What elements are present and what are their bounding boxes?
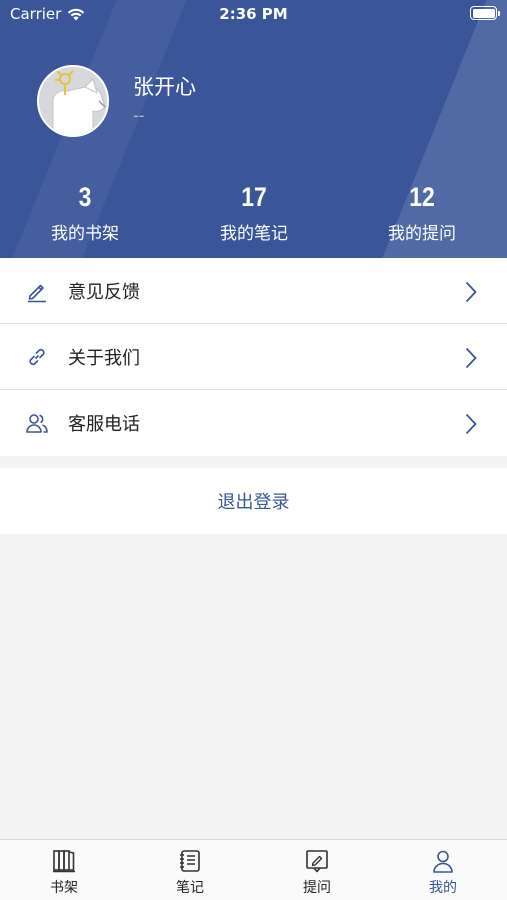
stat-label: 我的笔记 [220, 224, 288, 244]
tab-mine[interactable]: 我的 [403, 848, 483, 897]
menu-item-feedback[interactable]: 意见反馈 [0, 258, 507, 324]
settings-menu: 意见反馈 关于我们 客服电话 [0, 258, 507, 456]
avatar[interactable] [37, 65, 109, 137]
tab-label: 提问 [303, 880, 331, 896]
tab-label: 我的 [429, 880, 457, 896]
users-icon [26, 414, 48, 433]
tab-label: 书架 [50, 880, 78, 896]
stat-value: 12 [409, 182, 435, 212]
person-icon [433, 850, 453, 873]
stat-notes[interactable]: 17 我的笔记 [184, 182, 324, 244]
pencil-icon [28, 284, 46, 303]
stat-questions[interactable]: 12 我的提问 [352, 182, 492, 244]
logout-button[interactable]: 退出登录 [0, 468, 507, 534]
chevron-right-icon [465, 347, 477, 369]
tab-bar: 书架 笔记 提问 我的 [0, 839, 507, 900]
notebook-icon [180, 850, 200, 872]
profile-header: Carrier 2:36 PM 张开心 -- 3 我的书架 17 我的笔记 12 [0, 0, 507, 258]
menu-item-customer-service[interactable]: 客服电话 [0, 390, 507, 456]
link-icon [29, 348, 45, 366]
stat-bookshelf[interactable]: 3 我的书架 [15, 182, 155, 244]
status-bar: Carrier 2:36 PM [0, 0, 507, 30]
menu-item-label: 客服电话 [68, 414, 140, 435]
bookshelf-icon [53, 850, 75, 873]
battery-icon [470, 6, 500, 20]
menu-item-label: 关于我们 [68, 347, 140, 369]
stat-label: 我的提问 [388, 224, 456, 244]
chevron-right-icon [465, 281, 477, 303]
menu-item-label: 意见反馈 [68, 281, 140, 303]
profile-subtitle: -- [133, 106, 145, 125]
stat-label: 我的书架 [51, 224, 119, 244]
stat-value: 17 [241, 182, 267, 212]
chevron-right-icon [465, 413, 477, 435]
tab-bookshelf[interactable]: 书架 [24, 848, 104, 897]
tab-notes[interactable]: 笔记 [150, 848, 230, 897]
stat-value: 3 [78, 182, 92, 212]
profile-name: 张开心 [133, 75, 196, 99]
tab-label: 笔记 [176, 880, 204, 896]
tab-questions[interactable]: 提问 [277, 848, 357, 897]
status-time: 2:36 PM [219, 5, 288, 23]
menu-item-about[interactable]: 关于我们 [0, 324, 507, 390]
question-edit-icon [306, 850, 328, 873]
